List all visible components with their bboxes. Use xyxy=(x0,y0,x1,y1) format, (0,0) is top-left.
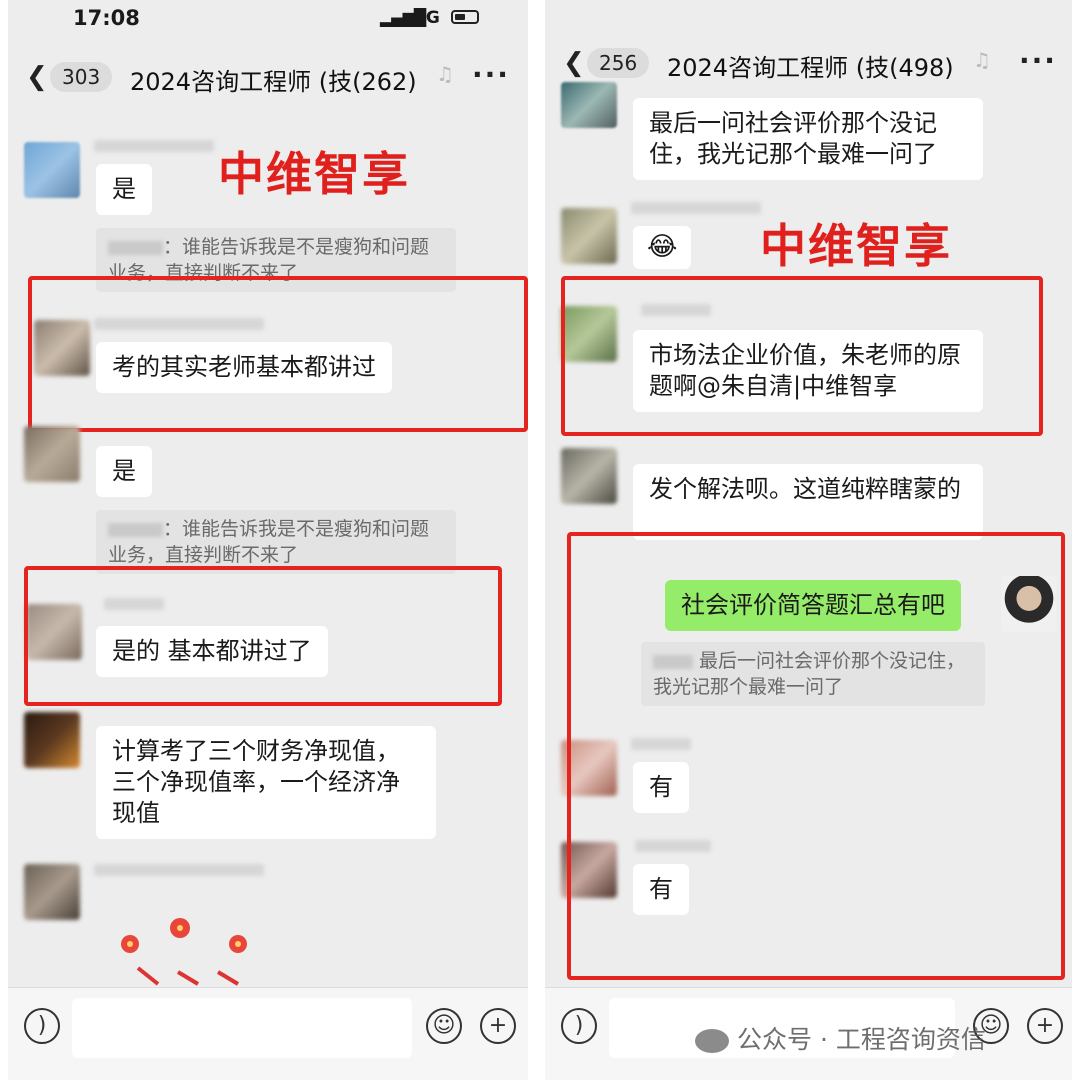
message-bubble[interactable]: 最后一问社会评价那个没记住，我光记那个最难一问了 xyxy=(633,98,983,180)
sender-name-blurred xyxy=(94,140,214,152)
message-input[interactable] xyxy=(72,998,412,1058)
wechat-icon xyxy=(695,1029,729,1053)
message-bubble[interactable]: 发个解法呗。这道纯粹瞎蒙的 xyxy=(633,464,983,540)
battery-icon xyxy=(451,10,479,24)
watermark-text: 中维智享 xyxy=(218,147,410,201)
group-title: 2024咨询工程师 (技(498) xyxy=(667,54,954,82)
member-count: (498) xyxy=(889,54,954,82)
mute-icon: ♫ xyxy=(973,48,991,72)
left-chat-screen: 17:08 ▂▄▆█ 5G ❮ 303 2024咨询工程师 (技(262) ♫ … xyxy=(8,0,528,1080)
emoji-message[interactable]: 😂 xyxy=(633,226,692,269)
sender-name-blurred xyxy=(631,202,761,214)
quoted-message[interactable]: ：谁能告诉我是不是瘦狗和问题业务，直接判断不来了 xyxy=(96,510,456,574)
voice-icon[interactable]: ) xyxy=(24,1008,60,1044)
message-bubble[interactable]: 是 xyxy=(96,164,152,215)
avatar[interactable] xyxy=(24,426,80,482)
input-bar: ) ☺ + xyxy=(8,987,528,1080)
chat-header: ❮ 303 2024咨询工程师 (技(262) ♫ ··· xyxy=(8,52,528,108)
avatar[interactable] xyxy=(24,142,80,198)
highlight-box xyxy=(567,532,1065,980)
message-bubble[interactable]: 计算考了三个财务净现值，三个净现值率，一个经济净现值 xyxy=(96,726,436,839)
highlight-box xyxy=(24,566,502,706)
footer-watermark: 公众号 · 工程咨询资信 xyxy=(695,1020,986,1056)
group-title: 2024咨询工程师 (技(262) xyxy=(130,68,417,96)
more-options-icon[interactable]: ··· xyxy=(1019,44,1057,77)
voice-icon[interactable]: ) xyxy=(561,1008,597,1044)
avatar[interactable] xyxy=(561,82,617,128)
unread-count-badge[interactable]: 303 xyxy=(50,62,113,92)
emoji-icon[interactable]: ☺ xyxy=(426,1008,462,1044)
mute-icon: ♫ xyxy=(436,62,454,86)
more-options-icon[interactable]: ··· xyxy=(472,58,510,91)
message-bubble[interactable]: 是 xyxy=(96,446,152,497)
avatar[interactable] xyxy=(24,864,80,920)
network-type: 5G xyxy=(414,8,440,28)
status-time: 17:08 xyxy=(73,6,140,30)
member-count: (262) xyxy=(352,68,417,96)
plus-icon[interactable]: + xyxy=(1027,1008,1063,1044)
flower-sticker[interactable] xyxy=(118,910,288,990)
highlight-box xyxy=(561,276,1043,436)
avatar[interactable] xyxy=(561,208,617,264)
back-chevron-icon[interactable]: ❮ xyxy=(26,62,48,92)
back-chevron-icon[interactable]: ❮ xyxy=(563,48,585,78)
avatar[interactable] xyxy=(24,712,80,768)
plus-icon[interactable]: + xyxy=(480,1008,516,1044)
avatar[interactable] xyxy=(561,448,617,504)
highlight-box xyxy=(28,276,528,432)
sender-name-blurred xyxy=(94,864,264,876)
unread-count-badge[interactable]: 256 xyxy=(587,48,650,78)
status-bar: 17:08 ▂▄▆█ 5G xyxy=(8,0,528,38)
chat-header: ❮ 256 2024咨询工程师 (技(498) ♫ ··· xyxy=(545,38,1072,94)
right-chat-screen: ❮ 256 2024咨询工程师 (技(498) ♫ ··· 最后一问社会评价那个… xyxy=(545,0,1072,1080)
watermark-text: 中维智享 xyxy=(760,219,952,273)
